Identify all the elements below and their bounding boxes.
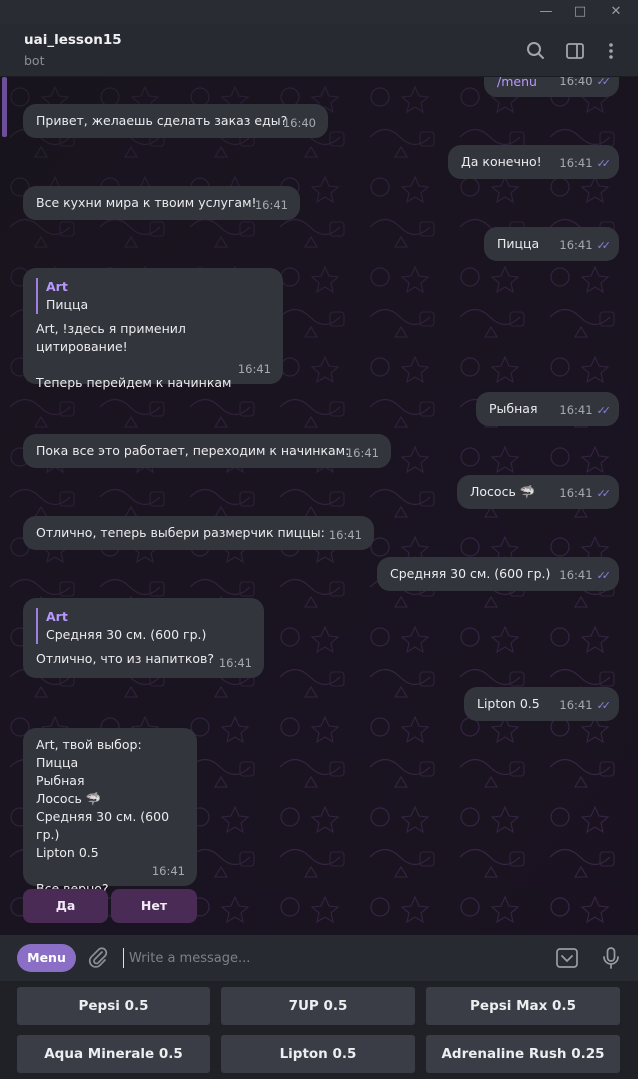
maximize-icon[interactable]: □ bbox=[570, 2, 590, 22]
message-incoming[interactable]: Art, твой выбор: Пицца Рыбная Лосось 🦈 С… bbox=[23, 728, 197, 896]
message-time: 16:41 bbox=[559, 486, 593, 500]
read-ticks-icon: ✓✓ bbox=[596, 487, 612, 500]
message-time: 16:40 bbox=[282, 116, 316, 130]
reply-keyboard: Pepsi 0.5 7UP 0.5 Pepsi Max 0.5 Aqua Min… bbox=[0, 981, 638, 1079]
close-icon[interactable]: ✕ bbox=[606, 2, 626, 22]
message-time: 16:41 bbox=[254, 198, 288, 212]
message-time: 16:41 bbox=[151, 864, 185, 878]
read-ticks-icon: ✓✓ bbox=[596, 77, 612, 88]
message-outgoing[interactable]: /menu 16:40 ✓✓ bbox=[484, 77, 619, 97]
message-outgoing[interactable]: Средняя 30 см. (600 гр.) 16:41 ✓✓ bbox=[377, 557, 619, 591]
chat-title[interactable]: uai_lesson15 bbox=[24, 32, 122, 48]
bot-keyboard-toggle-icon[interactable] bbox=[555, 946, 579, 970]
message-incoming[interactable]: Отлично, теперь выбери размерчик пиццы: … bbox=[23, 516, 374, 550]
message-composer: Menu bbox=[0, 935, 638, 981]
read-ticks-icon: ✓✓ bbox=[596, 404, 612, 417]
message-time: 16:41 bbox=[559, 568, 593, 582]
reply-quote[interactable]: Art Пицца bbox=[36, 278, 270, 314]
message-time: 16:40 bbox=[559, 77, 593, 88]
message-incoming[interactable]: Все кухни мира к твоим услугам! 16:41 bbox=[23, 186, 300, 220]
read-ticks-icon: ✓✓ bbox=[596, 157, 612, 170]
keyboard-button[interactable]: Pepsi Max 0.5 bbox=[426, 987, 620, 1025]
scrollbar-thumb[interactable] bbox=[2, 77, 7, 137]
message-outgoing[interactable]: Пицца 16:41 ✓✓ bbox=[484, 227, 619, 261]
keyboard-button[interactable]: Aqua Minerale 0.5 bbox=[17, 1035, 210, 1073]
message-time: 16:41 bbox=[559, 698, 593, 712]
message-time: 16:41 bbox=[559, 238, 593, 252]
keyboard-button[interactable]: Lipton 0.5 bbox=[221, 1035, 415, 1073]
message-time: 16:41 bbox=[328, 528, 362, 542]
message-outgoing[interactable]: Да конечно! 16:41 ✓✓ bbox=[448, 145, 619, 179]
message-time: 16:41 bbox=[237, 362, 271, 376]
message-outgoing[interactable]: Lipton 0.5 16:41 ✓✓ bbox=[464, 687, 619, 721]
reply-quote[interactable]: Art Средняя 30 см. (600 гр.) bbox=[36, 608, 251, 644]
chat-subtitle: bot bbox=[24, 53, 45, 68]
keyboard-button[interactable]: 7UP 0.5 bbox=[221, 987, 415, 1025]
message-incoming[interactable]: Art Средняя 30 см. (600 гр.) Отлично, чт… bbox=[23, 598, 264, 678]
message-outgoing[interactable]: Рыбная 16:41 ✓✓ bbox=[476, 392, 619, 426]
message-time: 16:41 bbox=[345, 446, 379, 460]
inline-button-no[interactable]: Нет bbox=[111, 889, 197, 923]
message-outgoing[interactable]: Лосось 🦈 16:41 ✓✓ bbox=[457, 475, 619, 509]
more-menu-icon[interactable] bbox=[600, 40, 622, 62]
minimize-icon[interactable]: — bbox=[536, 2, 556, 22]
chat-header: uai_lesson15 bot bbox=[0, 24, 638, 77]
message-time: 16:41 bbox=[559, 403, 593, 417]
inline-button-yes[interactable]: Да bbox=[23, 889, 108, 923]
read-ticks-icon: ✓✓ bbox=[596, 239, 612, 252]
attach-icon[interactable] bbox=[86, 945, 110, 969]
message-incoming[interactable]: Пока все это работает, переходим к начин… bbox=[23, 434, 391, 468]
search-icon[interactable] bbox=[525, 40, 547, 62]
chat-history[interactable]: /menu 16:40 ✓✓ Привет, желаешь сделать за… bbox=[0, 77, 638, 935]
bot-menu-button[interactable]: Menu bbox=[17, 944, 76, 972]
message-input[interactable] bbox=[123, 948, 523, 968]
message-incoming[interactable]: Привет, желаешь сделать заказ еды? 16:40 bbox=[23, 104, 328, 138]
message-time: 16:41 bbox=[218, 656, 252, 670]
keyboard-button[interactable]: Adrenaline Rush 0.25 bbox=[426, 1035, 620, 1073]
microphone-icon[interactable] bbox=[599, 946, 623, 970]
read-ticks-icon: ✓✓ bbox=[596, 699, 612, 712]
message-incoming[interactable]: Art Пицца Art, !здесь я применил цитиров… bbox=[23, 268, 283, 390]
keyboard-button[interactable]: Pepsi 0.5 bbox=[17, 987, 210, 1025]
sidebar-toggle-icon[interactable] bbox=[564, 40, 586, 62]
window-titlebar: — □ ✕ bbox=[0, 0, 638, 24]
read-ticks-icon: ✓✓ bbox=[596, 569, 612, 582]
message-time: 16:41 bbox=[559, 156, 593, 170]
